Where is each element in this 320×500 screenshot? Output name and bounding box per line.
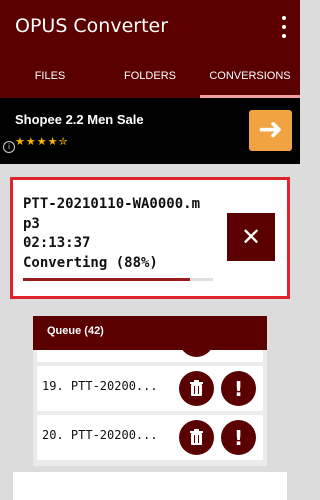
trash-icon[interactable] — [179, 420, 214, 455]
trash-icon-svg — [190, 380, 203, 396]
app-title: OPUS Converter — [15, 15, 169, 37]
progress-fill — [23, 278, 191, 281]
queue-list[interactable]: 19. PTT-20200... ! 20. PTT-20200... ! — [33, 350, 267, 466]
cancel-button[interactable]: ✕ — [227, 213, 275, 261]
conversion-status: Converting (88%) — [23, 255, 158, 271]
ad-title[interactable]: Shopee 2.2 Men Sale — [15, 112, 144, 127]
queue-card: Queue (42) 19. PTT-20200... ! 20. PTT-20… — [33, 316, 267, 466]
close-icon: ✕ — [240, 223, 262, 251]
app-bar: OPUS Converter — [0, 0, 300, 55]
bottom-card — [13, 472, 287, 500]
queue-item-label: 19. PTT-20200... — [42, 379, 158, 393]
overflow-menu-icon[interactable] — [280, 16, 288, 38]
queue-header: Queue (42) — [33, 316, 267, 350]
current-file-name: PTT-20210110-WA0000.mp3 — [23, 196, 201, 232]
ad-arrow-button[interactable]: ➜ — [249, 110, 292, 151]
list-item[interactable]: 20. PTT-20200... ! — [37, 415, 263, 460]
alert-glyph: ! — [233, 376, 244, 401]
trash-icon-svg — [190, 429, 203, 445]
alert-icon[interactable]: ! — [221, 420, 256, 455]
trash-icon[interactable] — [179, 350, 214, 357]
list-item[interactable]: 19. PTT-20200... ! — [37, 366, 263, 411]
progress-bar — [23, 278, 213, 281]
arrow-right-icon: ➜ — [257, 112, 284, 147]
tab-folders[interactable]: FOLDERS — [100, 55, 200, 98]
alert-icon[interactable]: ! — [221, 371, 256, 406]
queue-title: Queue (42) — [47, 325, 104, 337]
alert-glyph: ! — [233, 425, 244, 450]
info-icon[interactable]: i — [3, 141, 15, 153]
current-conversion-card: PTT-20210110-WA0000.mp3 02:13:37 Convert… — [10, 177, 290, 299]
tab-files[interactable]: FILES — [0, 55, 100, 98]
queue-item-label: 20. PTT-20200... — [42, 428, 158, 442]
ad-banner[interactable]: Shopee 2.2 Men Sale i ★★★★✮ ➜ — [0, 98, 300, 164]
trash-icon[interactable] — [179, 371, 214, 406]
tab-conversions[interactable]: CONVERSIONS — [200, 55, 300, 98]
elapsed-time: 02:13:37 — [23, 235, 91, 251]
list-item[interactable] — [37, 350, 263, 362]
tab-bar: FILES FOLDERS CONVERSIONS — [0, 55, 300, 98]
rating-stars: ★★★★✮ — [15, 135, 69, 148]
